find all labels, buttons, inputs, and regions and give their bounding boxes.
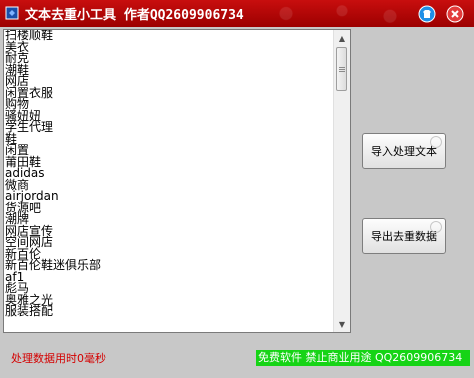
text-line: 网店 bbox=[5, 74, 30, 88]
app-icon bbox=[5, 6, 19, 20]
text-line: 网店宣传 bbox=[5, 223, 54, 238]
scroll-up-icon[interactable]: ▲ bbox=[334, 30, 350, 46]
text-line: 骚妞妞 bbox=[5, 108, 42, 123]
status-bar: 处理数据用时0毫秒 免费软件 禁止商业用途 QQ2609906734 bbox=[0, 336, 474, 378]
text-line: adidas bbox=[5, 166, 45, 180]
vertical-scrollbar[interactable]: ▲ ▼ bbox=[333, 30, 350, 332]
swirl-deco-icon bbox=[430, 221, 442, 233]
text-line: 耐克 bbox=[5, 51, 30, 65]
export-dedup-button-label: 导出去重数据 bbox=[371, 230, 437, 243]
import-text-button[interactable]: 导入处理文本 bbox=[362, 133, 446, 169]
text-line: airjordan bbox=[5, 189, 59, 203]
swirl-deco-icon bbox=[430, 136, 442, 148]
text-input-area[interactable]: 扫楼顺鞋 美衣 耐克 潮鞋 网店 闲置衣服 购物 骚妞妞 学生代理鞋闲置 莆田鞋 adidas 微商 a… bbox=[3, 29, 351, 333]
app-window: 文本去重小工具 作者QQ2609906734 扫楼顺鞋 美衣 耐克 潮鞋 网店 闲置衣服购… bbox=[0, 0, 474, 378]
text-line: 学生代理 bbox=[5, 120, 54, 134]
text-line: 莆田鞋 bbox=[5, 154, 42, 169]
scroll-down-icon[interactable]: ▼ bbox=[334, 316, 350, 332]
text-line: 潮牌 bbox=[5, 212, 30, 226]
text-line: 服装搭配 bbox=[5, 304, 54, 318]
scroll-thumb[interactable] bbox=[336, 47, 347, 91]
text-line: 潮鞋 bbox=[5, 62, 30, 77]
free-software-notice: 免费软件 禁止商业用途 QQ2609906734 bbox=[256, 350, 470, 366]
text-line: 鞋 bbox=[5, 131, 18, 146]
text-line: 扫楼顺鞋 bbox=[5, 29, 54, 42]
export-dedup-button[interactable]: 导出去重数据 bbox=[362, 218, 446, 254]
text-line: af1 bbox=[5, 269, 25, 284]
text-line: 货源吧 bbox=[5, 200, 42, 215]
text-line: 彪马 bbox=[5, 281, 30, 295]
title-bar-pattern bbox=[254, 0, 414, 27]
text-lines: 扫楼顺鞋 美衣 耐克 潮鞋 网店 闲置衣服 购物 骚妞妞 学生代理鞋闲置 莆田鞋 adidas 微商 a… bbox=[5, 30, 335, 318]
text-line: 美衣 bbox=[5, 39, 30, 54]
button-panel: 导入处理文本 导出去重数据 bbox=[357, 29, 471, 333]
text-line: 闲置衣服 bbox=[5, 85, 54, 100]
import-text-button-label: 导入处理文本 bbox=[371, 145, 437, 158]
skin-icon[interactable] bbox=[418, 5, 436, 23]
text-line: 购物 bbox=[5, 97, 30, 111]
text-line: 新百伦鞋迷俱乐部 bbox=[5, 258, 102, 272]
text-line: 奥雅之光 bbox=[5, 292, 54, 307]
text-line: 空间网店 bbox=[5, 235, 54, 249]
scroll-grip-icon bbox=[339, 67, 345, 68]
title-bar[interactable]: 文本去重小工具 作者QQ2609906734 bbox=[0, 0, 474, 27]
text-line: 闲置 bbox=[5, 143, 30, 157]
close-icon[interactable] bbox=[446, 5, 464, 23]
elapsed-time-label: 处理数据用时0毫秒 bbox=[11, 352, 106, 365]
window-title: 文本去重小工具 作者QQ2609906734 bbox=[25, 8, 244, 23]
